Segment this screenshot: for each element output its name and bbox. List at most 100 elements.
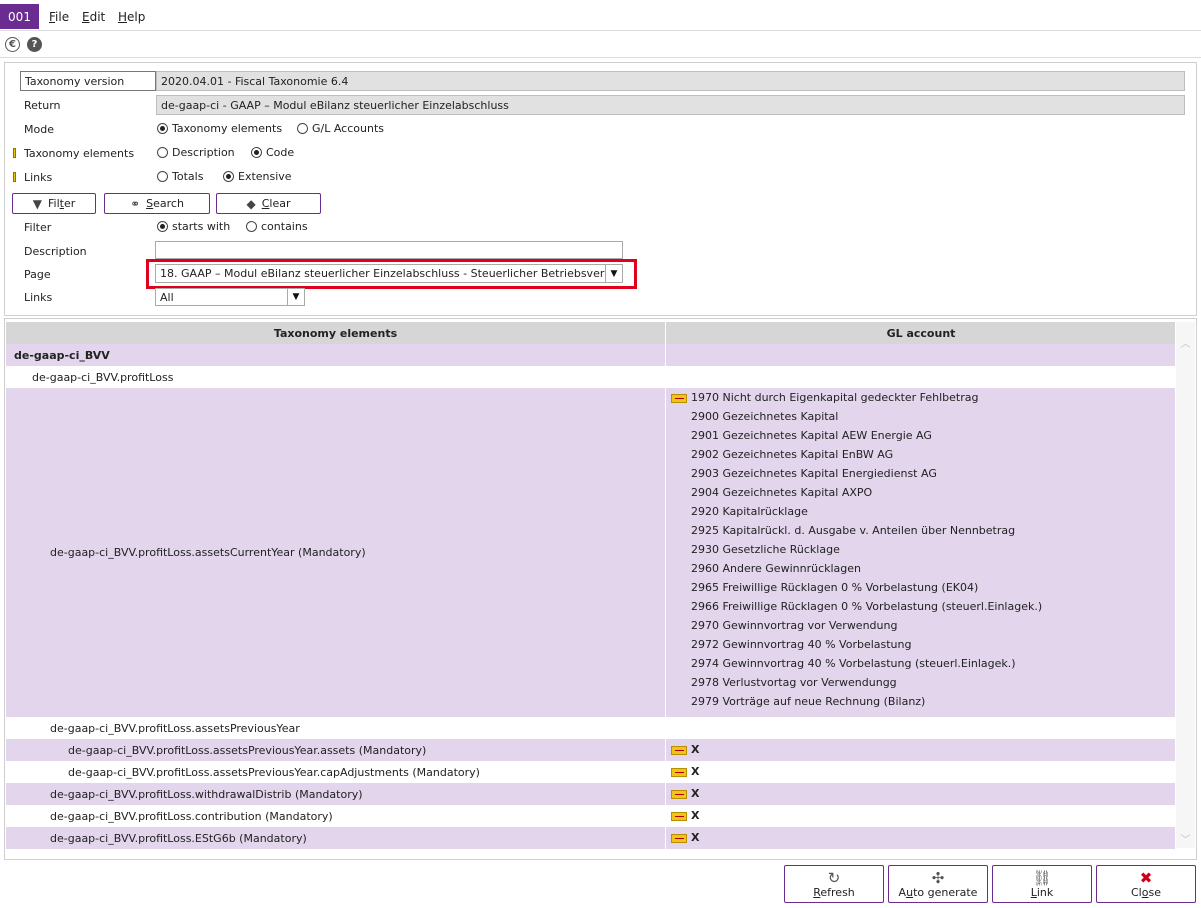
required-marker-icon (13, 172, 16, 182)
link-icon[interactable] (671, 834, 687, 843)
return-label: Return (24, 99, 61, 112)
menu-help[interactable]: Help (118, 10, 145, 24)
gl-account-item: 2960 Andere Gewinnrücklagen (691, 562, 862, 575)
link-icon[interactable] (671, 790, 687, 799)
vertical-scrollbar[interactable]: ︿ ﹀ (1176, 322, 1195, 848)
gl-account-cell[interactable]: 1970 Nicht durch Eigenkapital gedeckter … (667, 388, 1175, 717)
gl-account-item: 2904 Gezeichnetes Kapital AXPO (691, 486, 873, 499)
table-row[interactable]: de-gaap-ci_BVV.profitLoss.assetsPrevious… (6, 761, 1175, 783)
links-select[interactable]: All ▼ (155, 288, 305, 306)
gl-account-cell[interactable] (667, 366, 1175, 388)
gl-account-item: 1970 Nicht durch Eigenkapital gedeckter … (691, 391, 979, 404)
filter-starts-with-radio[interactable]: starts with (157, 220, 230, 233)
chevron-down-icon[interactable]: ▼ (287, 289, 304, 305)
close-icon: ✖ (1139, 868, 1153, 887)
table-row[interactable]: de-gaap-ci_BVV.profitLoss.assetsCurrentY… (6, 388, 1175, 717)
eraser-icon: ◆ (246, 196, 256, 211)
table-row[interactable]: de-gaap-ci_BVV.profitLoss (6, 366, 1175, 388)
refresh-button[interactable]: ↻ Refresh (784, 865, 884, 903)
return-field[interactable]: de-gaap-ci - GAAP – Modul eBilanz steuer… (156, 95, 1185, 115)
close-button[interactable]: ✖ Close (1096, 865, 1196, 903)
taxonomy-element-cell: de-gaap-ci_BVV.profitLoss.EStG6b (Mandat… (6, 827, 666, 849)
funnel-icon: ▼ (32, 196, 42, 211)
gl-account-cell[interactable] (667, 344, 1175, 366)
taxonomy-element-cell: de-gaap-ci_BVV.profitLoss.contribution (… (6, 805, 666, 827)
links-select-value: All (160, 290, 174, 304)
menu-file[interactable]: File (49, 10, 69, 24)
description-input[interactable] (155, 241, 623, 259)
taxonomy-element-cell: de-gaap-ci_BVV.profitLoss.assetsCurrentY… (6, 388, 666, 717)
links-extensive-radio[interactable]: Extensive (223, 170, 292, 183)
page-label: Page (24, 268, 51, 281)
gl-account-cell[interactable]: X (667, 827, 1175, 849)
unlinked-marker: X (691, 787, 700, 800)
link-icon[interactable] (671, 768, 687, 777)
link-icon[interactable] (671, 746, 687, 755)
gl-account-item: 2978 Verlustvortag vor Verwendungg (691, 676, 897, 689)
gl-account-item: 2903 Gezeichnetes Kapital Energiedienst … (691, 467, 937, 480)
taxonomy-elements-label: Taxonomy elements (24, 147, 135, 160)
gl-account-item: 2965 Freiwillige Rücklagen 0 % Vorbelast… (691, 581, 979, 594)
gl-account-item: 2930 Gesetzliche Rücklage (691, 543, 840, 556)
link-icon[interactable] (671, 812, 687, 821)
link-button[interactable]: ⛓ Link (992, 865, 1092, 903)
chain-link-icon: ⛓ (1032, 868, 1052, 887)
menu-bar: 001 File Edit Help (0, 0, 1201, 31)
grid-header: Taxonomy elements GL account (6, 322, 1175, 344)
table-row[interactable]: de-gaap-ci_BVV (6, 344, 1175, 366)
puzzle-icon: ✣ (931, 868, 945, 887)
links-display-label: Links (24, 171, 53, 184)
gl-account-item: 2901 Gezeichnetes Kapital AEW Energie AG (691, 429, 932, 442)
gl-account-cell[interactable]: X (667, 805, 1175, 827)
gl-account-item: 2925 Kapitalrückl. d. Ausgabe v. Anteile… (691, 524, 1016, 537)
column-header-gl-account[interactable]: GL account (667, 322, 1175, 344)
euro-icon[interactable]: € (5, 37, 20, 52)
taxonomy-version-field[interactable]: 2020.04.01 - Fiscal Taxonomie 6.4 (156, 71, 1185, 91)
taxonomy-elements-description-radio[interactable]: Description (157, 146, 235, 159)
taxonomy-version-label: Taxonomy version (20, 71, 156, 91)
gl-account-cell[interactable]: X (667, 739, 1175, 761)
table-row[interactable]: de-gaap-ci_BVV.profitLoss.contribution (… (6, 805, 1175, 827)
scroll-up-icon[interactable]: ︿ (1176, 334, 1195, 350)
gl-account-item: 2966 Freiwillige Rücklagen 0 % Vorbelast… (691, 600, 1043, 613)
mode-taxonomy-elements-radio[interactable]: Taxonomy elements (157, 122, 282, 135)
mode-gl-accounts-radio[interactable]: G/L Accounts (297, 122, 384, 135)
mode-label: Mode (24, 123, 54, 136)
auto-generate-button[interactable]: ✣ Auto generate (888, 865, 988, 903)
gl-account-cell[interactable] (667, 717, 1175, 739)
search-button[interactable]: ⚭ Search (104, 193, 210, 214)
filter-contains-radio[interactable]: contains (246, 220, 308, 233)
links-totals-radio[interactable]: Totals (157, 170, 203, 183)
gl-account-item: 2920 Kapitalrücklage (691, 505, 808, 518)
table-row[interactable]: de-gaap-ci_BVV.profitLoss.EStG6b (Mandat… (6, 827, 1175, 849)
clear-button[interactable]: ◆ Clear (216, 193, 321, 214)
links-filter-label: Links (24, 291, 53, 304)
gl-account-item: 2974 Gewinnvortrag 40 % Vorbelastung (st… (691, 657, 1016, 670)
taxonomy-elements-code-radio[interactable]: Code (251, 146, 294, 159)
description-label: Description (24, 245, 87, 258)
taxonomy-element-cell: de-gaap-ci_BVV (6, 344, 666, 366)
grid-body: de-gaap-ci_BVV de-gaap-ci_BVV.profitLoss d… (6, 344, 1175, 849)
menu-edit[interactable]: Edit (82, 10, 105, 24)
table-row[interactable]: de-gaap-ci_BVV.profitLoss.assetsPrevious… (6, 739, 1175, 761)
unlinked-marker: X (691, 765, 700, 778)
taxonomy-element-cell: de-gaap-ci_BVV.profitLoss.withdrawalDist… (6, 783, 666, 805)
gl-account-cell[interactable]: X (667, 761, 1175, 783)
toolbar (0, 32, 1201, 58)
table-row[interactable]: de-gaap-ci_BVV.profitLoss.withdrawalDist… (6, 783, 1175, 805)
table-row[interactable]: de-gaap-ci_BVV.profitLoss.assetsPrevious… (6, 717, 1175, 739)
link-icon[interactable] (671, 394, 687, 403)
gl-account-item: 2979 Vorträge auf neue Rechnung (Bilanz) (691, 695, 926, 708)
page-highlight-box (146, 259, 637, 289)
unlinked-marker: X (691, 809, 700, 822)
company-code-badge[interactable]: 001 (0, 4, 39, 29)
help-icon[interactable]: ? (27, 37, 42, 52)
taxonomy-element-cell: de-gaap-ci_BVV.profitLoss (6, 366, 666, 388)
scroll-down-icon[interactable]: ﹀ (1176, 830, 1195, 846)
gl-account-cell[interactable]: X (667, 783, 1175, 805)
column-header-taxonomy-elements[interactable]: Taxonomy elements (6, 322, 666, 344)
gl-account-item: 2970 Gewinnvortrag vor Verwendung (691, 619, 898, 632)
filter-button[interactable]: ▼ Fil t er (12, 193, 96, 214)
unlinked-marker: X (691, 743, 700, 756)
taxonomy-element-cell: de-gaap-ci_BVV.profitLoss.assetsPrevious… (6, 739, 666, 761)
